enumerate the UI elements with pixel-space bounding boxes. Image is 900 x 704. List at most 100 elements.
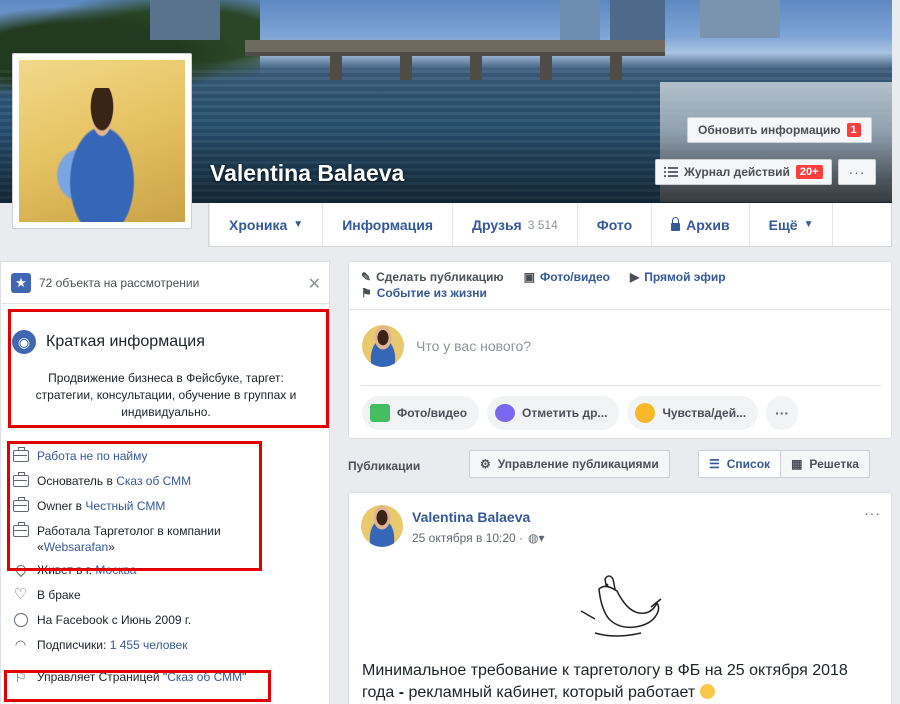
- pill-tag-label: Отметить др...: [522, 406, 608, 420]
- photo-video-tab[interactable]: ▣ Фото/видео: [524, 269, 610, 285]
- briefcase-icon: [12, 497, 29, 513]
- grid-view-label: Решетка: [809, 457, 859, 471]
- tab-friends[interactable]: Друзья 3 514: [452, 203, 577, 246]
- intro-title: Краткая информация: [46, 333, 205, 350]
- intro-info-list: Работа не по найму Основатель в Сказ об …: [12, 447, 322, 694]
- composer-tabs: ✎ Сделать публикацию ▣ Фото/видео ▶ Прямой …: [349, 262, 891, 301]
- pill-feeling-label: Чувства/дей...: [662, 406, 747, 420]
- feeling-pill[interactable]: Чувства/дей...: [627, 396, 759, 430]
- cover-building: [560, 0, 600, 45]
- lives-prefix: Живет в г.: [37, 563, 96, 577]
- tab-more[interactable]: Ещё ▼: [748, 203, 834, 246]
- post-composer: ✎ Сделать публикацию ▣ Фото/видео ▶ Прямой …: [348, 261, 892, 439]
- joined-text: На Facebook с Июнь 2009 г.: [37, 613, 192, 627]
- settings-list-icon: ⚙: [480, 457, 491, 471]
- post-author-avatar[interactable]: [361, 505, 403, 547]
- info-row-followers: ◠ Подписчики: 1 455 человек: [12, 637, 322, 653]
- create-post-tab[interactable]: ✎ Сделать публикацию: [361, 269, 504, 285]
- tab-timeline[interactable]: Хроника ▼: [209, 203, 322, 246]
- list-view-button[interactable]: ☰ Список: [699, 451, 782, 477]
- profile-name[interactable]: Valentina Balaeva: [210, 160, 404, 187]
- followers-link[interactable]: 1 455 человек: [110, 638, 188, 652]
- briefcase-icon: [12, 447, 29, 463]
- update-info-label: Обновить информацию: [698, 123, 841, 137]
- smiley-icon: [635, 403, 656, 423]
- cover-bridge-pillar: [610, 56, 622, 80]
- founder-prefix: Основатель в: [37, 474, 117, 488]
- manage-posts-button[interactable]: ⚙ Управление публикациями: [469, 450, 670, 478]
- cover-building: [610, 0, 665, 40]
- post-text: Минимальное требование к таргетологу в Ф…: [362, 660, 882, 704]
- cover-bridge-pillar: [540, 56, 552, 80]
- tab-timeline-label: Хроника: [229, 216, 288, 233]
- tag-people-icon: [495, 404, 516, 422]
- cover-bridge-pillar: [330, 56, 342, 80]
- manages-suffix: ": [242, 670, 247, 684]
- star-icon: ★: [11, 272, 31, 293]
- activity-log-label: Журнал действий: [684, 165, 790, 179]
- pencil-icon: ✎: [361, 270, 372, 284]
- intro-heading: ◉ Краткая информация: [12, 330, 205, 354]
- lives-link[interactable]: Москва: [95, 563, 136, 577]
- camera-icon: ▣: [523, 270, 535, 284]
- tab-archive-label: Архив: [686, 216, 730, 233]
- lock-icon: [671, 216, 681, 231]
- composer-input[interactable]: Что у вас нового?: [416, 338, 531, 354]
- video-camera-icon: ▶: [630, 270, 640, 284]
- post-time-text[interactable]: 25 октября в 10:20 ·: [412, 531, 523, 545]
- photo-video-pill[interactable]: Фото/видео: [362, 396, 480, 430]
- tab-about[interactable]: Информация: [322, 203, 452, 246]
- heart-icon: ♡: [13, 586, 28, 603]
- view-toggle: ☰ Список ▦ Решетка: [698, 450, 870, 478]
- tab-about-label: Информация: [342, 216, 434, 233]
- freelance-link[interactable]: Работа не по найму: [37, 448, 147, 464]
- manage-posts-label: Управление публикациями: [497, 457, 659, 471]
- caret-down-icon: ▼: [293, 219, 304, 230]
- tag-friends-pill[interactable]: Отметить др...: [487, 396, 620, 430]
- live-video-tab[interactable]: ▶ Прямой эфир: [630, 269, 726, 285]
- activity-log-badge: 20+: [795, 165, 823, 179]
- friends-count: 3 514: [527, 217, 558, 232]
- info-row-manages: ⚐ Управляет Страницей "Сказ об СММ": [12, 669, 322, 685]
- composer-actions: Фото/видео Отметить др... Чувства/дей...…: [362, 396, 799, 430]
- life-event-tab[interactable]: ⚑ Событие из жизни: [361, 285, 487, 301]
- list-icon: [664, 167, 678, 177]
- info-row-worked: Работала Таргетолог в компании «Websaraf…: [12, 522, 322, 555]
- info-row-owner: Owner в Честный СММ: [12, 497, 322, 514]
- flag-icon: ⚑: [361, 286, 372, 300]
- briefcase-icon: [12, 522, 29, 538]
- profile-picture[interactable]: [12, 53, 192, 229]
- worked-link[interactable]: Websarafan: [44, 540, 108, 554]
- list-view-label: Список: [726, 457, 771, 471]
- tab-more-label: Ещё: [768, 216, 798, 233]
- cover-bridge-pillar: [470, 56, 482, 80]
- close-icon[interactable]: ✕: [308, 274, 321, 294]
- location-pin-icon: [12, 562, 29, 578]
- profile-photo: [19, 60, 185, 222]
- tab-photos[interactable]: Фото: [576, 203, 651, 246]
- cover-bridge-pillar: [400, 56, 412, 80]
- manages-link[interactable]: Сказ об СММ: [167, 670, 242, 684]
- activity-log-button[interactable]: Журнал действий 20+: [655, 159, 832, 185]
- worked-suffix: »: [108, 540, 115, 554]
- list-icon: ☰: [709, 457, 720, 471]
- founder-link[interactable]: Сказ об СММ: [116, 474, 191, 488]
- composer-more-pill[interactable]: ···: [766, 396, 799, 430]
- tab-friends-label: Друзья: [472, 216, 522, 233]
- briefcase-icon: [12, 472, 29, 488]
- info-row-relationship: ♡ В браке: [12, 587, 322, 603]
- life-event-label: Событие из жизни: [376, 286, 487, 300]
- grid-view-button[interactable]: ▦ Решетка: [781, 451, 869, 477]
- cover-bridge: [245, 40, 665, 56]
- update-info-button[interactable]: Обновить информацию 1: [687, 117, 872, 143]
- info-row-freelance: Работа не по найму: [12, 447, 322, 464]
- post-timestamp: 25 октября в 10:20 · ◍▾: [412, 531, 545, 545]
- tab-archive[interactable]: Архив: [651, 203, 748, 246]
- cover-more-button[interactable]: ···: [838, 159, 876, 185]
- post-options-button[interactable]: ···: [864, 505, 881, 521]
- post-author-name[interactable]: Valentina Balaeva: [412, 509, 530, 525]
- globe-icon[interactable]: ◍▾: [528, 531, 545, 545]
- owner-link[interactable]: Честный СММ: [85, 499, 165, 513]
- review-items-banner[interactable]: ★ 72 объекта на рассмотрении ✕: [1, 262, 329, 304]
- cover-building: [700, 0, 780, 38]
